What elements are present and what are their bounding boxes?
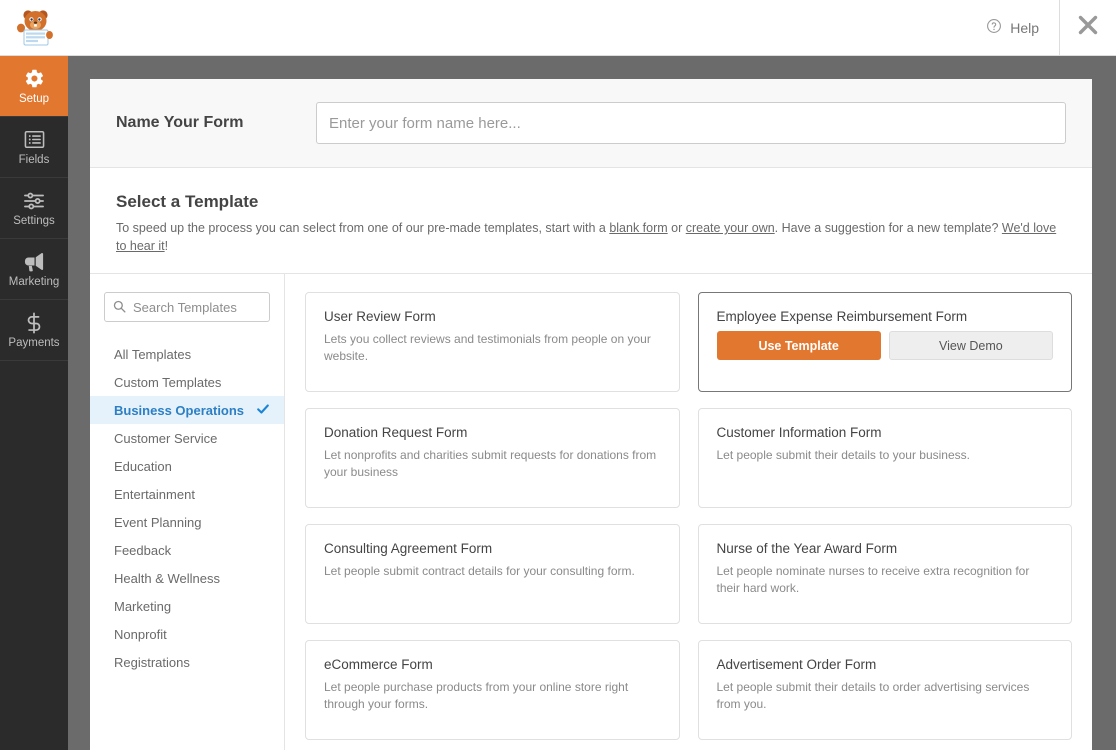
template-body: All Templates Custom Templates Business Op… [90,273,1092,750]
category-sidebar: All Templates Custom Templates Business Op… [90,274,285,750]
close-builder-button[interactable] [1060,0,1116,56]
gear-icon [24,68,45,90]
category-label: Marketing [114,598,172,614]
category-label: Business Operations [114,402,245,418]
category-item[interactable]: Education [90,452,284,480]
template-card[interactable]: Consulting Agreement Form Let people subm… [305,524,680,624]
template-card-description: Let nonprofits and charities submit requ… [324,448,657,480]
template-card-description: Lets you collect reviews and testimonial… [324,332,651,364]
template-card-title: Donation Request Form [324,425,468,440]
template-card-description: Let people submit contract details for y… [324,564,635,578]
category-label: Feedback [114,542,172,558]
use-template-button[interactable]: Use Template [716,331,881,360]
sidebar-item-settings[interactable]: Settings [0,178,68,239]
category-item[interactable]: Business Operations [90,396,284,424]
category-label: Custom Templates [114,374,222,390]
category-label: Entertainment [114,486,195,502]
template-card-description: Let people nominate nurses to receive ex… [716,564,1030,596]
sliders-icon [23,190,45,212]
category-label: All Templates [114,346,192,362]
category-label: Education [114,458,172,474]
close-x-icon [1077,14,1099,41]
category-item[interactable]: Custom Templates [90,368,284,396]
subtitle-text-2: or [667,221,686,235]
category-list: All Templates Custom Templates Business Op… [90,340,284,676]
category-item[interactable]: Registrations [90,648,284,676]
template-card-description: Let people submit their details to your … [716,448,970,462]
search-input[interactable] [104,292,270,322]
category-item[interactable]: Marketing [90,592,284,620]
top-bar: Help [68,0,1116,56]
category-label: Customer Service [114,430,218,446]
template-grid: User Review Form Lets you collect reviews… [305,292,1072,740]
template-card-title: Consulting Agreement Form [324,541,493,556]
template-card-title: Customer Information Form [716,425,882,440]
form-name-row: Name Your Form [90,79,1092,168]
category-item[interactable]: Event Planning [90,508,284,536]
sidebar-item-marketing[interactable]: Marketing [0,239,68,300]
template-card[interactable]: Customer Information Form Let people subm… [697,408,1072,508]
category-item[interactable]: Entertainment [90,480,284,508]
dollar-icon [26,312,42,334]
sidebar-item-fields[interactable]: Fields [0,117,68,178]
sidebar-item-payments[interactable]: Payments [0,300,68,361]
category-item[interactable]: Feedback [90,536,284,564]
left-icon-rail: Setup Fields Settings Marketing Payments [0,0,68,750]
form-name-input[interactable] [316,102,1066,144]
template-card[interactable]: Employee Expense Reimbursement Form Use T… [697,292,1072,392]
sidebar-item-label: Fields [18,153,50,166]
template-card-title: Nurse of the Year Award Form [716,541,898,556]
page-title: Select a Template [116,192,259,211]
category-item[interactable]: Health & Wellness [90,564,284,592]
template-card[interactable]: User Review Form Lets you collect reviews… [305,292,680,392]
template-card-actions: Use Template View Demo [716,331,1053,360]
subtitle-text-3: . Have a suggestion for a new template? [774,221,1002,235]
template-card-description: Let people purchase products from your o… [324,680,629,712]
list-fields-icon [24,129,45,151]
view-demo-button[interactable]: View Demo [888,331,1053,360]
help-label: Help [1010,19,1039,36]
sidebar-item-label: Settings [13,214,55,227]
template-card-title: Advertisement Order Form [716,657,877,672]
category-label: Event Planning [114,514,202,530]
template-card-title: Employee Expense Reimbursement Form [716,309,968,324]
subtitle-text-4: ! [164,238,169,253]
subtitle-text-1: To speed up the process you can select f… [116,221,610,235]
sidebar-item-setup[interactable]: Setup [0,56,68,117]
category-label: Health & Wellness [114,570,220,586]
template-card[interactable]: Donation Request Form Let nonprofits and … [305,408,680,508]
template-card[interactable]: Advertisement Order Form Let people submi… [697,640,1072,740]
mascot-beaver-icon [17,9,53,45]
template-section-header: Select a Template To speed up the proces… [90,168,1092,273]
help-button[interactable]: Help [966,0,1060,56]
form-name-label: Name Your Form [116,114,244,131]
sidebar-item-label: Payments [8,336,60,349]
sidebar-item-label: Setup [18,92,50,105]
template-card-title: User Review Form [324,309,436,324]
megaphone-icon [23,251,46,273]
template-card[interactable]: eCommerce Form Let people purchase produc… [305,640,680,740]
template-card-title: eCommerce Form [324,657,433,672]
template-card[interactable]: Nurse of the Year Award Form Let people n… [697,524,1072,624]
sidebar-item-label: Marketing [8,275,60,288]
search-icon [113,300,126,318]
wpforms-builder: Setup Fields Settings Marketing Payments… [0,0,1116,750]
search-templates-wrap [104,292,270,322]
template-subtitle: To speed up the process you can select f… [116,220,1066,255]
category-item[interactable]: Nonprofit [90,620,284,648]
setup-panel: Name Your Form Select a Template To spee… [90,79,1092,750]
create-your-own-link[interactable]: create your own [686,221,775,235]
question-circle-icon [986,18,1002,37]
check-icon [256,402,270,419]
template-card-description: Let people submit their details to order… [716,680,1030,712]
wpforms-mascot-logo[interactable] [0,0,68,56]
template-grid-wrap: User Review Form Lets you collect reviews… [285,274,1092,750]
blank-form-link[interactable]: blank form [609,221,667,235]
category-item[interactable]: Customer Service [90,424,284,452]
category-label: Nonprofit [114,626,167,642]
category-item[interactable]: All Templates [90,340,284,368]
category-label: Registrations [114,654,190,670]
